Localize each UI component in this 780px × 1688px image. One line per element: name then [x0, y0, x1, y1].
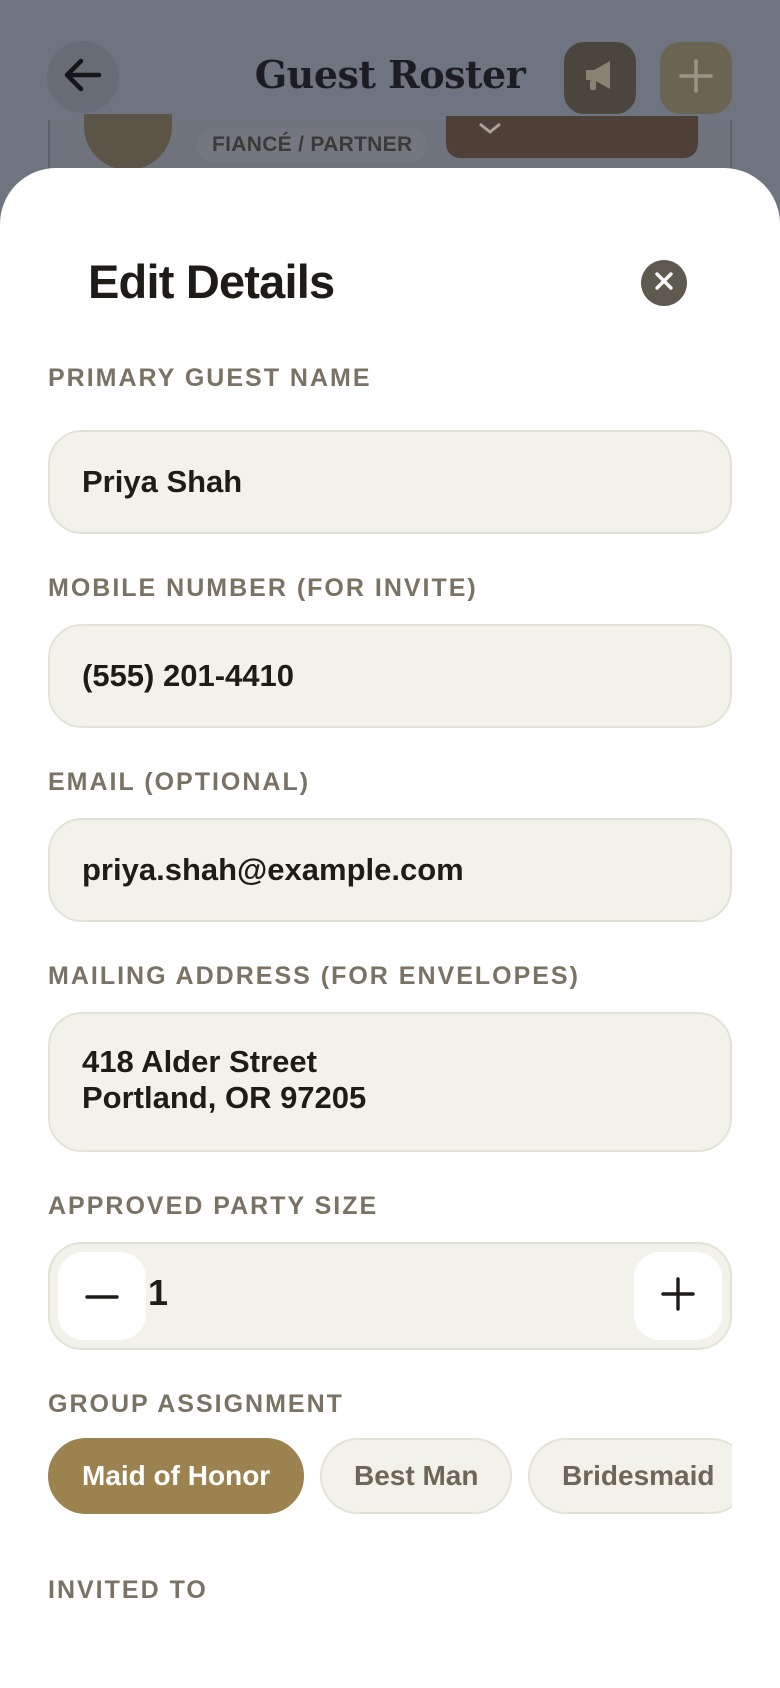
name-label: PRIMARY GUEST NAME: [48, 364, 372, 392]
address-line-1: 418 Alder Street: [82, 1044, 317, 1079]
party-size-label: APPROVED PARTY SIZE: [48, 1192, 379, 1220]
address-line-2: Portland, OR 97205: [82, 1080, 367, 1115]
invited-to-label: INVITED TO: [48, 1576, 208, 1604]
relationship-tag: FIANCÉ / PARTNER: [196, 128, 429, 162]
address-label: MAILING ADDRESS (FOR ENVELOPES): [48, 962, 580, 990]
arrow-left-icon: [63, 57, 103, 98]
star-icon: [478, 116, 502, 142]
page-title: Guest Roster: [254, 52, 526, 97]
avatar: [84, 114, 172, 170]
mobile-field[interactable]: (555) 201-4410: [48, 624, 732, 728]
add-guest-button[interactable]: [660, 42, 732, 114]
increment-button[interactable]: [634, 1252, 722, 1340]
name-field[interactable]: Priya Shah: [48, 430, 732, 534]
minus-icon: [85, 1287, 119, 1305]
chip-bridesmaid[interactable]: Bridesmaid: [528, 1438, 732, 1514]
close-button[interactable]: [641, 260, 687, 306]
sheet-title: Edit Details: [88, 255, 335, 308]
email-value: priya.shah@example.com: [82, 852, 464, 887]
group-chip-list: Maid of Honor Best Man Bridesmaid: [48, 1438, 732, 1518]
broadcast-button[interactable]: [564, 42, 636, 114]
plus-icon: [678, 58, 714, 99]
address-field[interactable]: 418 Alder Street Portland, OR 97205: [48, 1012, 732, 1152]
party-size-value: 1: [148, 1272, 169, 1313]
email-label: EMAIL (OPTIONAL): [48, 768, 311, 796]
back-button[interactable]: [47, 41, 119, 113]
card-action-button: [446, 116, 698, 158]
edit-details-sheet: Edit Details PRIMARY GUEST NAME Priya Sh…: [0, 168, 780, 1688]
mobile-value: (555) 201-4410: [82, 658, 294, 693]
plus-icon: [661, 1276, 695, 1316]
chip-maid-of-honor[interactable]: Maid of Honor: [48, 1438, 305, 1514]
group-assignment-label: GROUP ASSIGNMENT: [48, 1390, 344, 1418]
email-field[interactable]: priya.shah@example.com: [48, 818, 732, 922]
mobile-label: MOBILE NUMBER (FOR INVITE): [48, 574, 478, 602]
name-value: Priya Shah: [82, 464, 243, 499]
decrement-button[interactable]: [58, 1252, 146, 1340]
close-icon: [654, 271, 674, 296]
chip-best-man[interactable]: Best Man: [320, 1438, 513, 1514]
megaphone-icon: [580, 56, 620, 101]
party-size-stepper: 1: [48, 1242, 732, 1350]
